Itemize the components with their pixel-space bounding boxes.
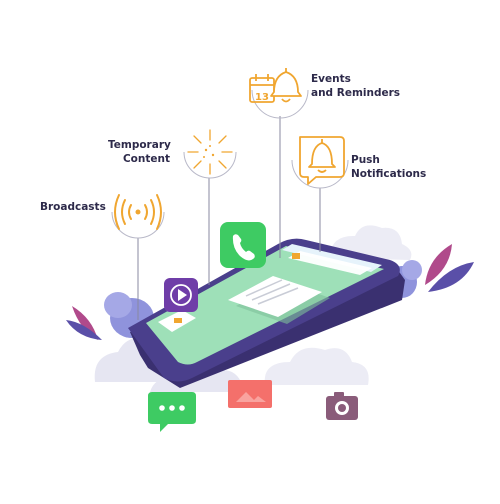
screen-row-thumb	[292, 253, 300, 259]
bush-right-2	[402, 260, 422, 280]
label-events-reminders: Events and Reminders	[311, 72, 400, 100]
image-card	[228, 380, 272, 408]
arc-broadcasts	[111, 211, 165, 239]
camera-icon	[326, 392, 358, 420]
label-broadcasts: Broadcasts	[40, 200, 106, 214]
label-broadcasts-text: Broadcasts	[40, 201, 106, 213]
sparkle-icon	[187, 129, 233, 175]
chat-icon	[148, 392, 196, 432]
label-temporary-line2: Content	[122, 153, 170, 165]
label-push-line2: Notifications	[351, 168, 427, 180]
calendar-day: 13	[255, 92, 269, 103]
label-push-notifications: Push Notifications	[351, 153, 426, 181]
bush-left-2	[104, 292, 132, 318]
bell-icon	[299, 136, 345, 185]
phone-icon	[220, 222, 266, 268]
cloud-right	[264, 347, 369, 385]
label-temporary-content: Temporary Content	[108, 138, 171, 166]
play-icon	[164, 278, 198, 312]
label-events-line1: Events	[311, 73, 351, 85]
illustration-svg: 13	[66, 68, 474, 432]
broadcast-card-dot	[174, 318, 182, 323]
label-temporary-line1: Temporary	[108, 139, 171, 151]
broadcast-icon	[114, 194, 162, 230]
label-events-line2: and Reminders	[311, 87, 401, 99]
label-push-line1: Push	[351, 154, 380, 166]
illustration: 13	[0, 0, 500, 500]
